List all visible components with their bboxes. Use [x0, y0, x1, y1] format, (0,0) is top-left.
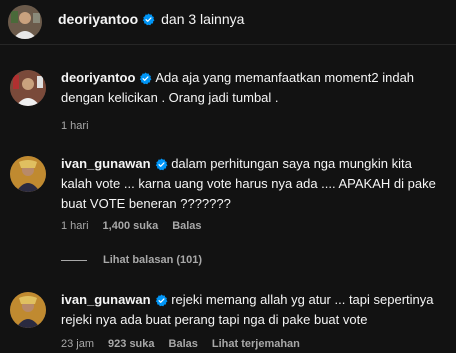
header-username[interactable]: deoriyantoo — [58, 11, 138, 27]
divider — [0, 44, 456, 45]
comment-time: 23 jam — [61, 338, 95, 350]
reply-button[interactable]: Balas — [172, 220, 201, 232]
likes-count[interactable]: 1,400 suka — [103, 220, 159, 232]
post-header: deoriyantoo dan 3 lainnya — [0, 0, 456, 44]
avatar[interactable] — [10, 70, 46, 106]
verified-badge-icon — [155, 158, 168, 171]
avatar[interactable] — [10, 156, 46, 192]
header-others[interactable]: dan 3 lainnya — [161, 11, 244, 27]
comment-time: 1 hari — [61, 120, 89, 132]
translate-button[interactable]: Lihat terjemahan — [212, 338, 300, 350]
comment-username[interactable]: ivan_gunawan — [61, 292, 151, 307]
comment-meta: 1 hari 1,400 suka Balas — [61, 220, 202, 232]
view-replies-label[interactable]: Lihat balasan (101) — [103, 254, 202, 266]
verified-badge-icon — [155, 294, 168, 307]
view-replies-button[interactable]: Lihat balasan (101) — [61, 254, 202, 266]
comment-meta: 1 hari — [61, 120, 89, 132]
comment-meta: 23 jam 923 suka Balas Lihat terjemahan — [61, 338, 300, 350]
reply-button[interactable]: Balas — [169, 338, 198, 350]
comment-time: 1 hari — [61, 220, 89, 232]
comment-username[interactable]: ivan_gunawan — [61, 156, 151, 171]
comment-text: deoriyantoo Ada aja yang memanfaatkan mo… — [61, 68, 442, 108]
avatar[interactable] — [8, 5, 42, 39]
comment-text: ivan_gunawan dalam perhitungan saya nga … — [61, 154, 442, 214]
verified-badge-icon — [142, 13, 155, 26]
verified-badge-icon — [139, 72, 152, 85]
comment-text: ivan_gunawan rejeki memang allah yg atur… — [61, 290, 442, 330]
comment-username[interactable]: deoriyantoo — [61, 70, 135, 85]
replies-line — [61, 259, 87, 261]
likes-count[interactable]: 923 suka — [108, 338, 154, 350]
avatar[interactable] — [10, 292, 46, 328]
